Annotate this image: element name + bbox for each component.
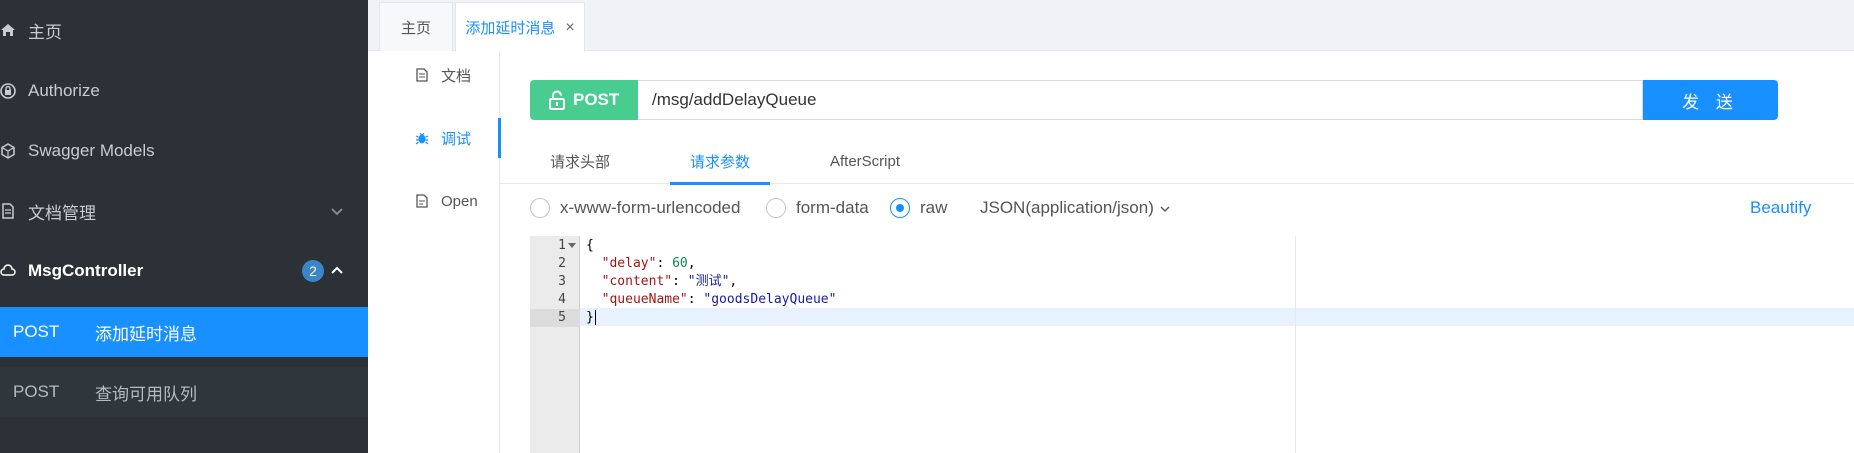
content-type-label: JSON(application/json)	[980, 198, 1154, 217]
sidebar-item-label: Swagger Models	[28, 141, 155, 160]
sidebar-item-swagger-models[interactable]: Swagger Models	[0, 121, 368, 181]
document-manage-icon	[0, 201, 18, 221]
code-line: }	[586, 310, 596, 325]
tab-add-delay-message[interactable]: 添加延时消息 ×	[455, 2, 585, 52]
sidebar: 主页 Authorize Swagger Models 文档管理 MsgCont…	[0, 0, 368, 453]
content-type-dropdown[interactable]: JSON(application/json)	[980, 198, 1171, 218]
code-line: "delay": 60,	[601, 256, 696, 271]
chevron-down-icon	[331, 208, 343, 216]
tab-label: 请求头部	[550, 153, 611, 171]
radio-form-data[interactable]	[766, 198, 786, 218]
sidebar-filler	[0, 417, 368, 453]
vtab-label: Open	[441, 192, 478, 210]
count-badge: 2	[302, 260, 324, 282]
method-badge[interactable]: POST	[530, 80, 638, 120]
sidebar-item-label: 主页	[28, 22, 62, 42]
method-label: POST	[13, 322, 60, 341]
tab-bar: 主页 添加延时消息 ×	[368, 0, 1854, 52]
line-number: 1	[558, 238, 566, 253]
chevron-down-icon	[1160, 206, 1170, 212]
home-icon	[0, 20, 18, 40]
unlock-icon	[549, 90, 565, 110]
body-type-selector: x-www-form-urlencoded form-data raw JSON…	[530, 196, 1854, 222]
line-number: 2	[558, 256, 566, 271]
url-input[interactable]: /msg/addDelayQueue	[638, 80, 1643, 120]
vtab-label: 文档	[441, 67, 472, 85]
radio-urlencoded[interactable]	[530, 198, 550, 218]
sidebar-item-authorize[interactable]: Authorize	[0, 61, 368, 121]
sidebar-item-doc-manage[interactable]: 文档管理	[0, 181, 368, 241]
api-label: 添加延时消息	[95, 324, 197, 344]
print-margin	[1295, 236, 1296, 453]
fold-arrow-icon[interactable]	[568, 243, 576, 248]
models-icon	[0, 141, 18, 161]
radio-raw[interactable]	[890, 198, 910, 218]
document-icon	[416, 68, 428, 82]
radio-label: form-data	[796, 198, 869, 217]
line-number: 4	[558, 292, 566, 307]
method-label: POST	[13, 382, 60, 401]
code-line: {	[586, 238, 594, 253]
sidebar-api-query-queues[interactable]: POST 查询可用队列	[0, 367, 368, 417]
text-cursor	[594, 310, 596, 325]
vtab-label: 调试	[441, 130, 472, 148]
tab-afterscript[interactable]: AfterScript	[830, 138, 900, 184]
beautify-button[interactable]: Beautify	[1750, 198, 1811, 218]
lock-icon	[0, 81, 18, 101]
sidebar-item-label: 文档管理	[28, 203, 96, 223]
tab-label: 主页	[400, 19, 431, 37]
tab-home[interactable]: 主页	[379, 2, 453, 51]
editor-content[interactable]: { "delay": 60, "content": "测试", "queueNa…	[580, 236, 1854, 453]
tab-label: AfterScript	[830, 152, 901, 170]
tab-label: 请求参数	[690, 153, 751, 171]
cloud-icon	[0, 261, 18, 281]
tab-label: 添加延时消息	[465, 20, 556, 37]
vertical-tabs: 文档 调试 Open	[368, 51, 501, 453]
close-icon[interactable]: ×	[565, 19, 574, 37]
radio-label: raw	[920, 198, 948, 217]
vtab-debug[interactable]: 调试	[368, 118, 501, 158]
sidebar-item-home[interactable]: 主页	[0, 0, 368, 60]
editor-gutter: 1 2 3 4 5	[530, 236, 580, 453]
vtab-doc[interactable]: 文档	[368, 55, 500, 95]
bug-icon	[415, 133, 429, 145]
code-editor[interactable]: 1 2 3 4 5 { "delay": 60, "content": "测试"…	[530, 236, 1854, 453]
sidebar-item-label: Authorize	[28, 81, 100, 100]
tab-request-headers[interactable]: 请求头部	[550, 138, 610, 184]
radio-label: x-www-form-urlencoded	[560, 198, 741, 217]
sidebar-api-add-delay-message[interactable]: POST 添加延时消息	[0, 307, 368, 357]
request-bar: POST /msg/addDelayQueue 发 送	[530, 80, 1848, 120]
line-number: 5	[530, 309, 580, 327]
sidebar-item-msgcontroller[interactable]: MsgController 2	[0, 241, 368, 301]
code-line: "content": "测试",	[601, 274, 738, 289]
api-label: 查询可用队列	[95, 384, 197, 404]
current-line-highlight	[580, 308, 1854, 326]
file-icon	[416, 194, 428, 208]
vtab-open[interactable]: Open	[368, 181, 500, 221]
method-label: POST	[573, 90, 620, 109]
sidebar-item-label: MsgController	[28, 261, 144, 280]
param-tabs: 请求头部 请求参数 AfterScript	[500, 138, 1854, 185]
send-button[interactable]: 发 送	[1643, 80, 1778, 120]
app-root: 主页 Authorize Swagger Models 文档管理 MsgCont…	[0, 0, 1854, 453]
chevron-up-icon	[331, 266, 343, 274]
tab-request-params[interactable]: 请求参数	[669, 138, 771, 185]
line-number: 3	[558, 274, 566, 289]
code-line: "queueName": "goodsDelayQueue"	[601, 292, 837, 307]
